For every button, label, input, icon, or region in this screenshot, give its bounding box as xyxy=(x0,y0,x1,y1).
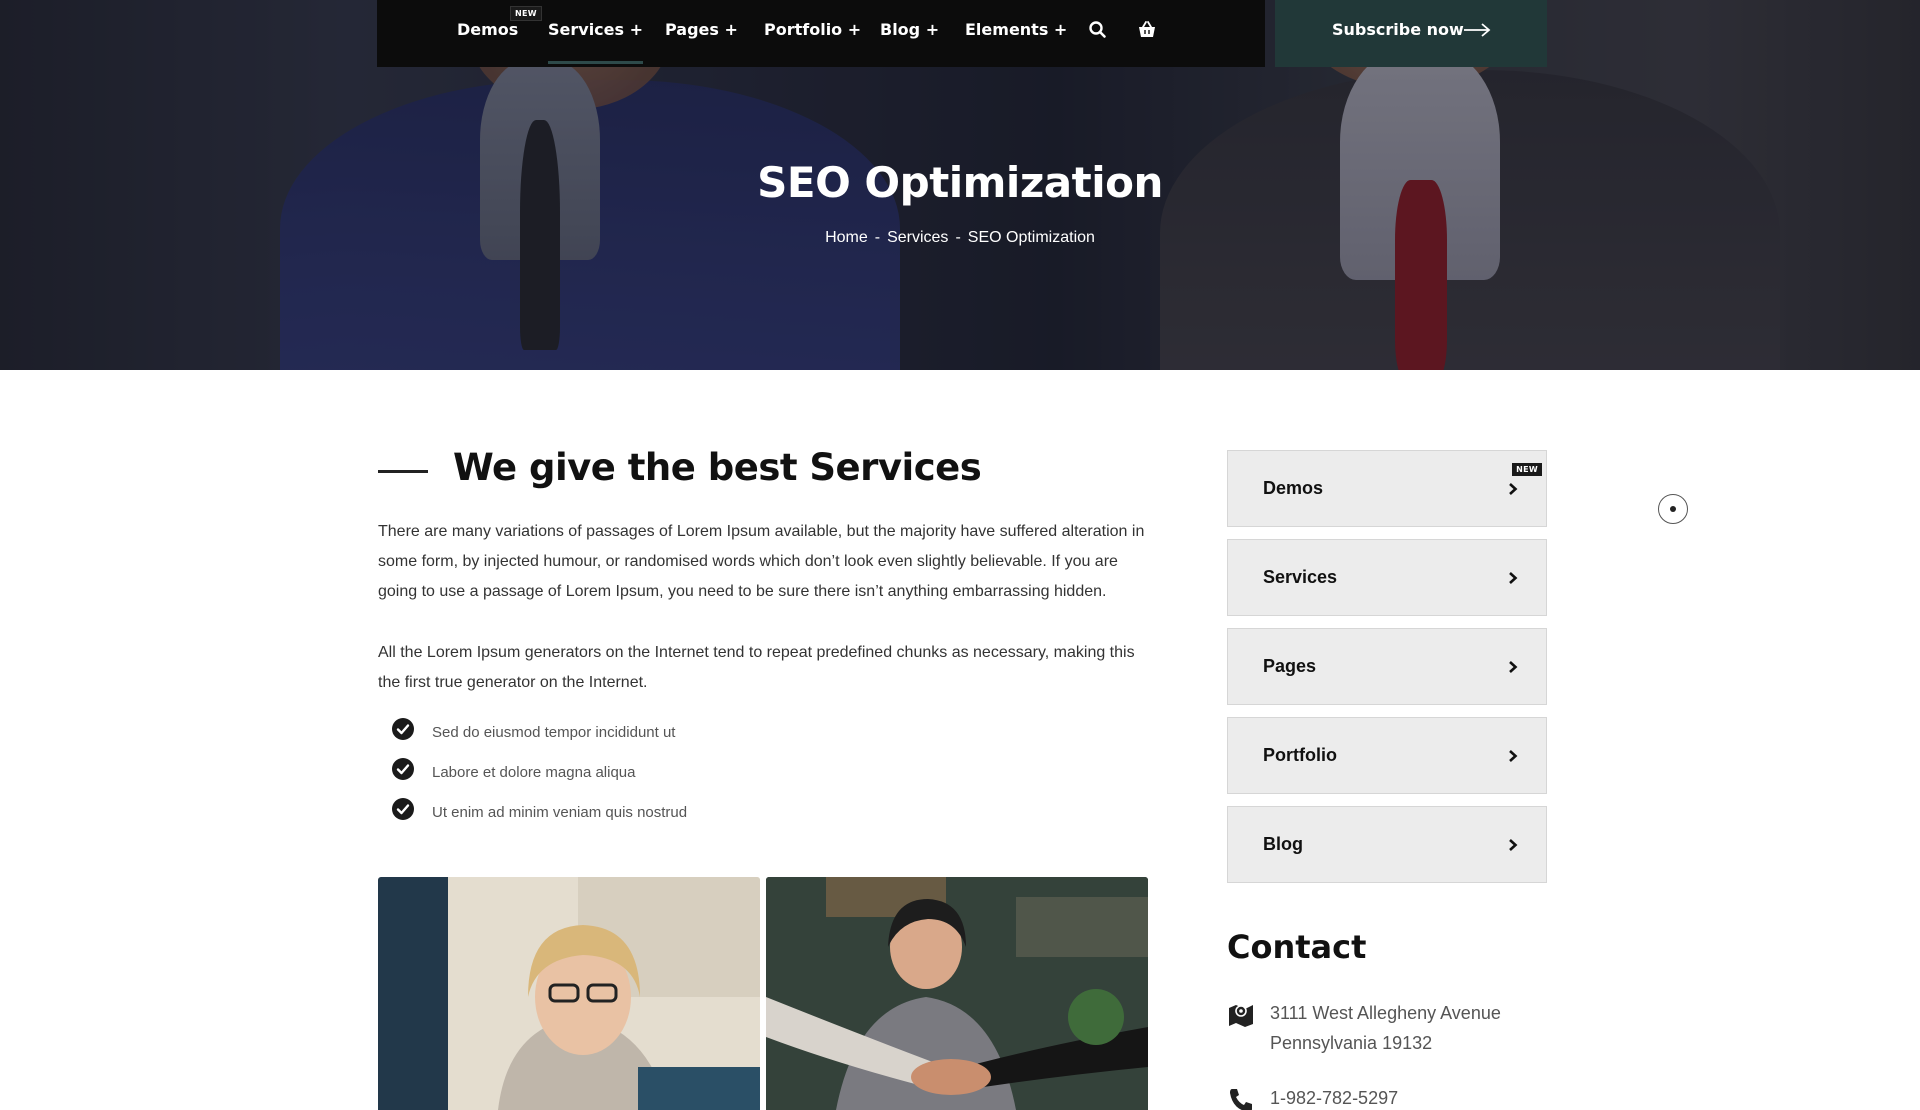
contact-phone[interactable]: 1-982-782-5297 xyxy=(1270,1083,1398,1110)
sidebar-item-services[interactable]: Services xyxy=(1227,539,1547,616)
subscribe-button[interactable]: Subscribe now xyxy=(1275,0,1547,67)
checklist-item: Sed do eiusmod tempor incididunt ut xyxy=(392,716,892,756)
main-navigation: Demos NEW Services + Pages + Portfolio +… xyxy=(377,0,1265,67)
subscribe-label: Subscribe now xyxy=(1332,20,1464,39)
checklist-item: Ut enim ad minim veniam quis nostrud xyxy=(392,796,892,836)
chevron-right-icon xyxy=(1509,483,1518,495)
breadcrumb-home[interactable]: Home xyxy=(825,229,868,247)
sidebar-item-blog[interactable]: Blog xyxy=(1227,806,1547,883)
checklist-item: Labore et dolore magna aliqua xyxy=(392,756,892,796)
chevron-right-icon xyxy=(1509,750,1518,762)
chevron-right-icon xyxy=(1509,661,1518,673)
nav-item-elements[interactable]: Elements + xyxy=(965,20,1067,39)
checklist-text: Sed do eiusmod tempor incididunt ut xyxy=(432,724,676,741)
sidebar-item-portfolio[interactable]: Portfolio xyxy=(1227,717,1547,794)
chevron-right-icon xyxy=(1509,839,1518,851)
body-paragraph: There are many variations of passages of… xyxy=(378,523,1145,600)
sidebar-item-pages[interactable]: Pages xyxy=(1227,628,1547,705)
sidebar-item-demos[interactable]: Demos NEW xyxy=(1227,450,1547,527)
basket-icon[interactable] xyxy=(1137,20,1157,40)
service-photo-team-hands xyxy=(766,877,1148,1110)
sidebar-item-label: Pages xyxy=(1263,656,1317,676)
page-title: SEO Optimization xyxy=(757,158,1163,207)
nav-item-services[interactable]: Services + xyxy=(548,20,644,64)
photo-illustration xyxy=(766,877,1148,1110)
arrow-right-icon xyxy=(1464,23,1491,37)
search-icon[interactable] xyxy=(1088,20,1108,40)
breadcrumb-separator: - xyxy=(874,229,881,246)
section-heading: We give the best Services xyxy=(453,446,982,489)
contact-address-line2: Pennsylvania 19132 xyxy=(1270,1033,1433,1053)
contact-address-line1: 3111 West Allegheny Avenue xyxy=(1270,1003,1501,1023)
new-badge: NEW xyxy=(510,6,542,21)
body-paragraph: All the Lorem Ipsum generators on the In… xyxy=(378,644,1135,691)
breadcrumb-current: SEO Optimization xyxy=(967,229,1095,246)
photo-illustration xyxy=(378,877,760,1110)
service-photo-woman-laptop xyxy=(378,877,760,1110)
nav-item-portfolio[interactable]: Portfolio + xyxy=(764,20,861,39)
scroll-indicator-button[interactable] xyxy=(1658,494,1688,524)
sidebar-item-label: Blog xyxy=(1263,834,1303,854)
breadcrumb-services[interactable]: Services xyxy=(887,229,948,247)
feature-checklist: Sed do eiusmod tempor incididunt ut Labo… xyxy=(392,716,892,836)
checklist-text: Ut enim ad minim veniam quis nostrud xyxy=(432,804,688,821)
sidebar-item-label: Services xyxy=(1263,567,1338,587)
phone-icon xyxy=(1230,1089,1252,1110)
breadcrumb-separator: - xyxy=(955,229,961,246)
check-circle-icon xyxy=(392,798,414,820)
chevron-right-icon xyxy=(1509,572,1518,584)
sidebar-item-label: Portfolio xyxy=(1263,745,1337,765)
check-circle-icon xyxy=(392,758,414,780)
nav-item-blog[interactable]: Blog + xyxy=(880,20,939,39)
nav-item-demos[interactable]: Demos xyxy=(457,20,518,39)
checklist-text: Labore et dolore magna aliqua xyxy=(432,764,636,781)
heading-accent-line xyxy=(378,470,428,473)
nav-item-pages[interactable]: Pages + xyxy=(665,20,738,39)
map-icon xyxy=(1229,1005,1253,1027)
breadcrumb: Home - Services - SEO Optimization xyxy=(0,229,1920,247)
contact-heading: Contact xyxy=(1227,928,1367,966)
check-circle-icon xyxy=(392,718,414,740)
new-badge: NEW xyxy=(1512,463,1542,476)
sidebar-item-label: Demos xyxy=(1263,478,1324,498)
